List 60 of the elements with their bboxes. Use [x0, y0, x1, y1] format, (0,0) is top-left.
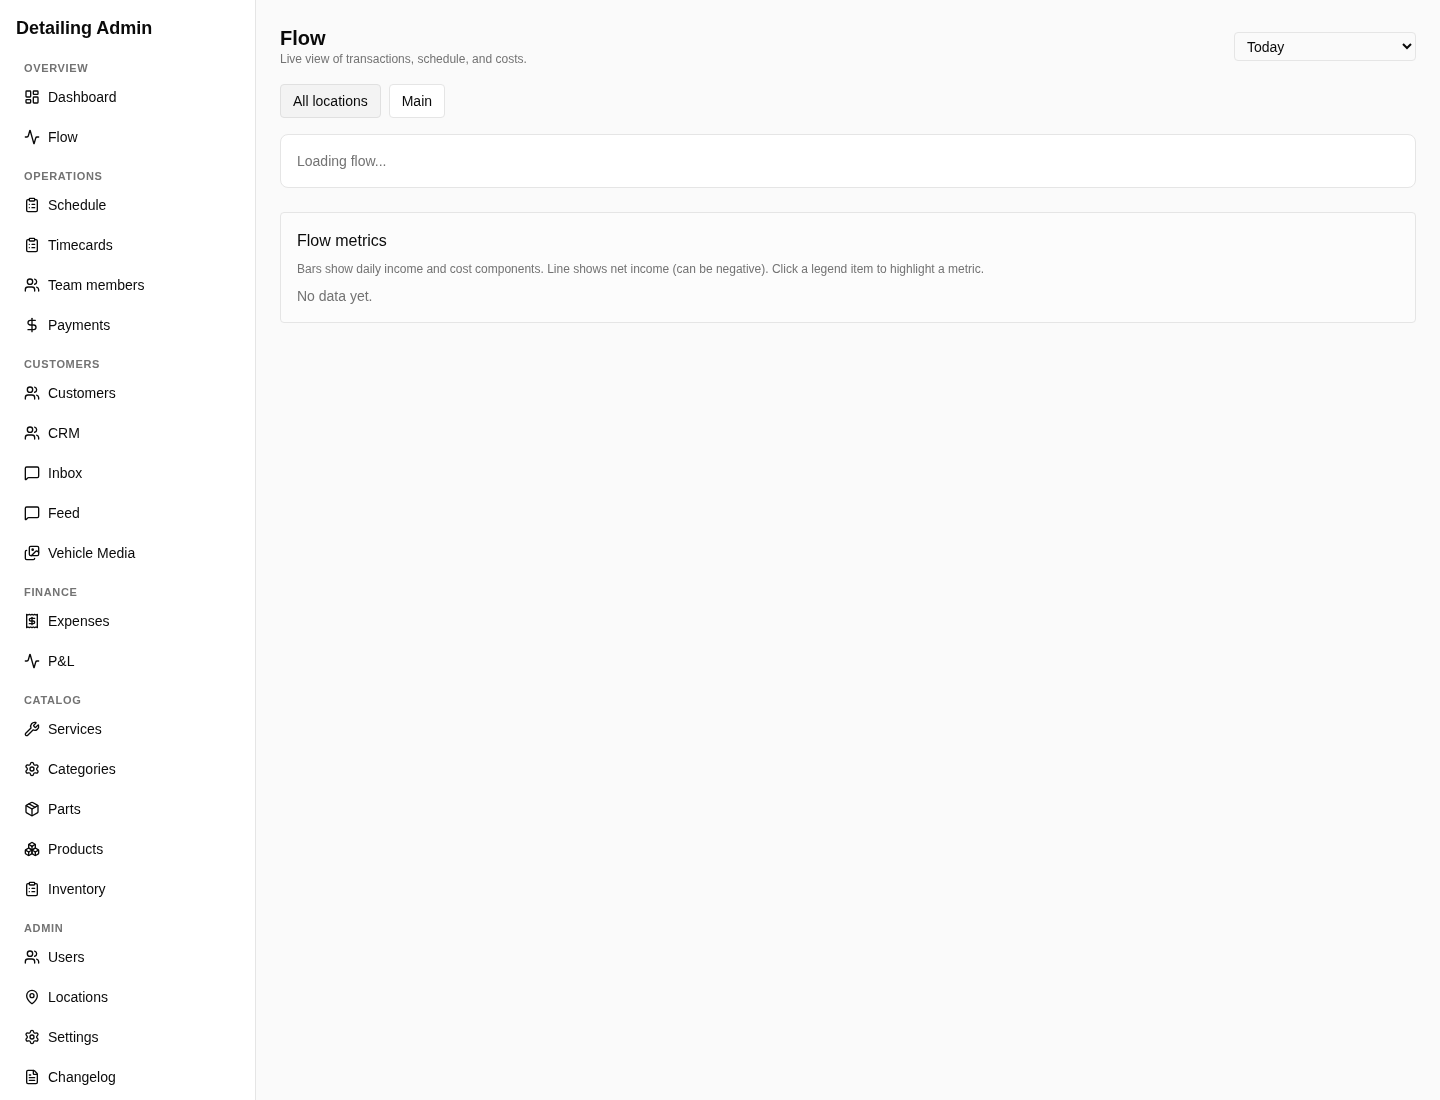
- card-description: Bars show daily income and cost components. Line shows net income (can be negative). Click a legend item to highlight a metric.: [297, 261, 986, 277]
- nav-item[interactable]: Inventory: [16, 869, 239, 909]
- users-icon: [24, 277, 40, 293]
- clipboard-icon: [24, 237, 40, 253]
- settings-icon: [24, 1029, 40, 1045]
- app-title: Detailing Admin: [16, 17, 154, 40]
- nav-item[interactable]: Customers: [16, 373, 239, 413]
- nav-item[interactable]: Inbox: [16, 453, 239, 493]
- message-icon: [24, 465, 40, 481]
- dashboard-icon: [24, 89, 40, 105]
- page-subtitle: Live view of transactions, schedule, and costs.: [280, 51, 527, 67]
- card-title: Flow metrics: [297, 231, 388, 251]
- section-label: CUSTOMERS: [23, 357, 102, 372]
- users-icon: [24, 385, 40, 401]
- nav-item[interactable]: Users: [16, 937, 239, 977]
- nav-item[interactable]: Team members: [16, 265, 239, 305]
- section-label: FINANCE: [23, 585, 79, 600]
- empty-state-text: No data yet.: [297, 287, 374, 306]
- page-title: Flow: [280, 26, 327, 50]
- nav-item[interactable]: Products: [16, 829, 239, 869]
- pulse-icon: [24, 129, 40, 145]
- receipt-icon: [24, 613, 40, 629]
- pulse-icon: [24, 653, 40, 669]
- nav-item[interactable]: Dashboard: [16, 77, 239, 117]
- images-icon: [24, 545, 40, 561]
- section-label: OPERATIONS: [23, 169, 104, 184]
- location-tab[interactable]: Main: [388, 84, 446, 118]
- nav-item[interactable]: Feed: [16, 493, 239, 533]
- message-icon: [24, 505, 40, 521]
- clipboard-icon: [24, 197, 40, 213]
- nav-item[interactable]: Payments: [16, 305, 239, 345]
- nav-item[interactable]: Schedule: [16, 185, 239, 225]
- nav-item[interactable]: Settings: [16, 1017, 239, 1057]
- range-select[interactable]: Today: [1234, 32, 1416, 61]
- file-icon: [24, 1069, 40, 1085]
- nav-item[interactable]: Categories: [16, 749, 239, 789]
- nav-item[interactable]: Vehicle Media: [16, 533, 239, 573]
- nav-item[interactable]: Expenses: [16, 601, 239, 641]
- nav-item[interactable]: P&L: [16, 641, 239, 681]
- nav-item[interactable]: Changelog: [16, 1057, 239, 1097]
- loading-text: Loading flow...: [297, 152, 387, 170]
- boxes-icon: [24, 841, 40, 857]
- map-pin-icon: [24, 989, 40, 1005]
- section-label: OVERVIEW: [23, 61, 90, 76]
- users-icon: [24, 949, 40, 965]
- nav-item[interactable]: Services: [16, 709, 239, 749]
- section-label: ADMIN: [23, 921, 65, 936]
- dollar-icon: [24, 317, 40, 333]
- users-icon: [24, 425, 40, 441]
- gear-icon: [24, 761, 40, 777]
- nav-item[interactable]: Flow: [16, 117, 239, 157]
- section-label: CATALOG: [23, 693, 83, 708]
- nav-item[interactable]: Parts: [16, 789, 239, 829]
- nav-item[interactable]: CRM: [16, 413, 239, 453]
- package-icon: [24, 801, 40, 817]
- location-tab[interactable]: All locations: [280, 84, 381, 118]
- wrench-icon: [24, 721, 40, 737]
- clipboard-icon: [24, 881, 40, 897]
- nav-item[interactable]: Timecards: [16, 225, 239, 265]
- nav-item[interactable]: Locations: [16, 977, 239, 1017]
